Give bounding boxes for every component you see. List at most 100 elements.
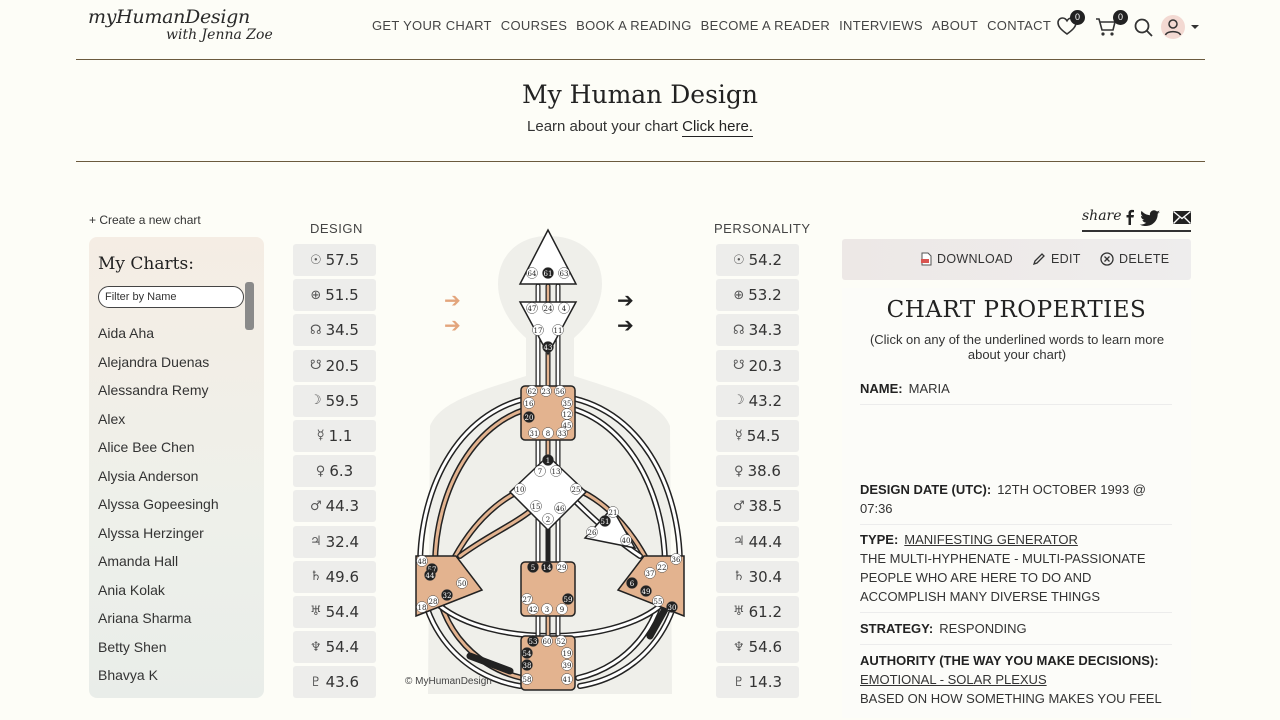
gate-number: 47 — [528, 305, 537, 313]
personality-planet-box[interactable]: ☊ 34.3 — [716, 314, 799, 347]
gate-number: 2 — [546, 516, 550, 524]
nav-interviews[interactable]: INTERVIEWS — [839, 18, 923, 33]
gate-number: 21 — [609, 509, 618, 517]
planet-glyph-icon: ☊ — [733, 322, 745, 338]
planet-glyph-icon: ♅ — [309, 604, 322, 620]
gate-number: 35 — [563, 400, 572, 408]
gate-number: 56 — [556, 388, 565, 396]
nav-about[interactable]: ABOUT — [932, 18, 978, 33]
name-row: NAME: MARIA — [860, 379, 1172, 405]
personality-planet-box[interactable]: ⊕ 53.2 — [716, 279, 799, 312]
planet-glyph-icon: ☽ — [309, 393, 322, 409]
planet-glyph-icon: ♇ — [732, 674, 745, 690]
learn-more-link[interactable]: Click here. — [682, 118, 753, 137]
twitter-icon — [1139, 210, 1160, 226]
gate-number: 13 — [552, 468, 561, 476]
gate-number: 10 — [516, 486, 525, 494]
design-planet-box[interactable]: ♇ 43.6 — [293, 666, 376, 699]
create-chart-link[interactable]: + Create a new chart — [89, 213, 201, 227]
gate-number: 63 — [560, 270, 569, 278]
gate-number: 29 — [558, 564, 567, 572]
design-planet-box[interactable]: ♅ 54.4 — [293, 595, 376, 628]
gate-number: 15 — [532, 503, 541, 511]
chart-list-item[interactable]: Ania Kolak — [98, 582, 219, 611]
planet-glyph-icon: ☽ — [732, 393, 745, 409]
chart-properties-title: CHART PROPERTIES — [886, 297, 1147, 323]
bodygraph-chart[interactable]: 64 61 6347 24 417 114362 23 5616 3512204531 8 3317… — [400, 226, 700, 694]
nav-courses[interactable]: COURSES — [501, 18, 567, 33]
design-planet-box[interactable]: ☋ 20.5 — [293, 349, 376, 382]
authority-value-link[interactable]: EMOTIONAL - SOLAR PLEXUS — [860, 672, 1047, 687]
name-value: MARIA — [908, 381, 950, 396]
design-planet-box[interactable]: ☽ 59.5 — [293, 384, 376, 417]
search-button[interactable] — [1132, 14, 1156, 45]
facebook-icon — [1126, 209, 1134, 225]
chart-list-item[interactable]: Alessandra Remy — [98, 382, 219, 411]
gate-number: 44 — [426, 572, 435, 580]
personality-planet-box[interactable]: ☋ 20.3 — [716, 349, 799, 382]
gate-number: 62 — [528, 388, 537, 396]
personality-planet-box[interactable]: ♂ 38.5 — [716, 490, 799, 523]
planet-glyph-icon: ☉ — [309, 252, 322, 268]
gate-number: 6 — [630, 580, 635, 588]
chart-list-item[interactable]: Alejandra Duenas — [98, 354, 219, 383]
personality-planet-box[interactable]: ♀ 38.6 — [716, 455, 799, 488]
design-planet-box[interactable]: ♀ 6.3 — [293, 455, 376, 488]
share-bar: share — [1082, 206, 1191, 232]
planet-gate-value: 20.5 — [325, 356, 359, 375]
design-planet-box[interactable]: ♂ 44.3 — [293, 490, 376, 523]
design-date-label: DESIGN DATE (UTC): — [860, 482, 992, 497]
personality-planet-box[interactable]: ♃ 44.4 — [716, 525, 799, 558]
charts-scrollbar[interactable] — [245, 282, 254, 330]
chart-list-item[interactable]: Aida Aha — [98, 325, 219, 354]
type-value-link[interactable]: MANIFESTING GENERATOR — [904, 532, 1078, 547]
download-button[interactable]: DOWNLOAD — [920, 252, 1013, 266]
gate-number: 58 — [523, 676, 532, 684]
planet-gate-value: 59.5 — [325, 391, 360, 410]
nav-contact[interactable]: CONTACT — [987, 18, 1051, 33]
personality-planet-box[interactable]: ♄ 30.4 — [716, 560, 799, 593]
chart-list-item[interactable]: Amanda Hall — [98, 553, 219, 582]
planet-glyph-icon: ♆ — [732, 639, 745, 655]
planet-gate-value: 61.2 — [748, 602, 783, 621]
chart-list-item[interactable]: Bhavya K — [98, 667, 219, 696]
gate-number: 28 — [429, 598, 438, 606]
account-menu[interactable] — [1160, 14, 1204, 45]
type-row: TYPE: MANIFESTING GENERATOR THE MULTI-HYP… — [860, 530, 1172, 613]
filter-by-name-input[interactable] — [98, 286, 244, 308]
chart-list-item[interactable]: Betty Shen — [98, 639, 219, 668]
edit-button[interactable]: EDIT — [1032, 252, 1081, 266]
chart-list-item[interactable]: Ariana Sharma — [98, 610, 219, 639]
design-planet-box[interactable]: ⊕ 51.5 — [293, 279, 376, 312]
personality-planet-box[interactable]: ☿ 54.5 — [716, 419, 799, 452]
personality-planet-box[interactable]: ♆ 54.6 — [716, 631, 799, 664]
nav-get-your-chart[interactable]: GET YOUR CHART — [372, 18, 492, 33]
personality-planet-box[interactable]: ♇ 14.3 — [716, 666, 799, 699]
cart-button[interactable]: 0 — [1094, 10, 1128, 43]
planet-glyph-icon: ☿ — [316, 428, 325, 444]
design-planet-box[interactable]: ♄ 49.6 — [293, 560, 376, 593]
gate-number: 20 — [525, 414, 534, 422]
nav-book-a-reading[interactable]: BOOK A READING — [576, 18, 691, 33]
chart-list-item[interactable]: Alyssa Herzinger — [98, 525, 219, 554]
gate-number: 18 — [418, 604, 427, 612]
personality-planet-box[interactable]: ☉ 54.2 — [716, 244, 799, 276]
planet-glyph-icon: ⊕ — [733, 287, 745, 303]
wishlist-button[interactable]: 0 — [1056, 10, 1085, 43]
chart-list-item[interactable]: Alysia Anderson — [98, 468, 219, 497]
chart-list-item[interactable]: Alice Bee Chen — [98, 439, 219, 468]
design-planet-box[interactable]: ☿ 1.1 — [293, 419, 376, 452]
personality-planet-box[interactable]: ♅ 61.2 — [716, 595, 799, 628]
design-planet-box[interactable]: ☉ 57.5 — [293, 244, 376, 276]
nav-become-a-reader[interactable]: BECOME A READER — [701, 18, 830, 33]
authority-row: AUTHORITY (THE WAY YOU MAKE DECISIONS): … — [860, 651, 1172, 708]
chart-list-item[interactable]: Alyssa Gopeesingh — [98, 496, 219, 525]
personality-planet-box[interactable]: ☽ 43.2 — [716, 384, 799, 417]
site-logo[interactable]: myHumanDesign with Jenna Zoe — [88, 6, 278, 48]
design-planet-box[interactable]: ☊ 34.5 — [293, 314, 376, 347]
design-planet-box[interactable]: ♆ 54.4 — [293, 631, 376, 664]
gate-number: 4 — [562, 305, 567, 313]
delete-button[interactable]: DELETE — [1100, 252, 1169, 266]
design-planet-box[interactable]: ♃ 32.4 — [293, 525, 376, 558]
chart-list-item[interactable]: Alex — [98, 411, 219, 440]
